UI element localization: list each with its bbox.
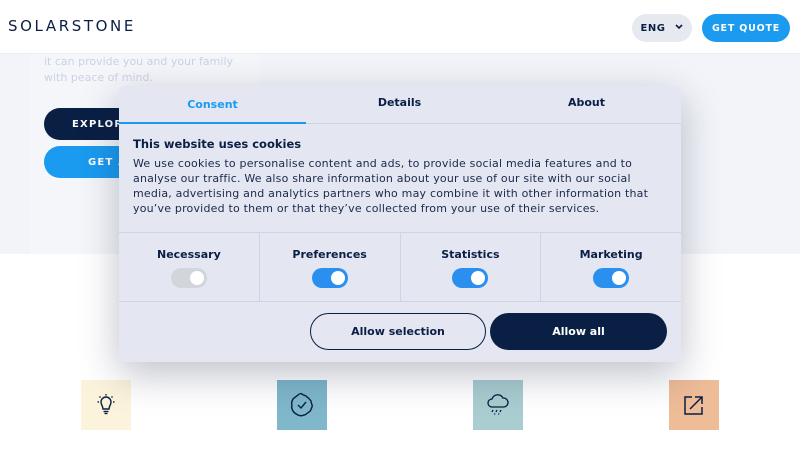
cloud-rain-icon	[487, 394, 509, 415]
dialog-tabs: Consent Details About	[119, 86, 681, 124]
cookie-categories: Necessary Preferences Statistics Marketi…	[119, 232, 681, 302]
get-quote-button[interactable]: GET QUOTE	[702, 14, 790, 42]
brand-logo[interactable]: SOLARSTONE	[8, 17, 136, 35]
site-header: SOLARSTONE ENG GET QUOTE	[0, 0, 800, 54]
dialog-body: We use cookies to personalise content an…	[133, 157, 649, 215]
toggle-knob	[189, 271, 204, 285]
category-label: Statistics	[441, 248, 500, 261]
tab-consent[interactable]: Consent	[119, 86, 306, 124]
category-marketing: Marketing	[541, 233, 681, 301]
chevron-down-icon	[675, 23, 684, 33]
allow-all-button[interactable]: Allow all	[490, 313, 667, 350]
tab-about[interactable]: About	[493, 86, 680, 121]
feature-tile	[473, 380, 523, 430]
allow-selection-button[interactable]: Allow selection	[310, 313, 486, 350]
toggle-knob	[330, 271, 345, 285]
cookie-consent-dialog: Consent Details About This website uses …	[119, 86, 681, 362]
feature-tile	[81, 380, 131, 430]
toggle-knob	[471, 271, 486, 285]
tab-details[interactable]: Details	[306, 86, 493, 121]
language-selector[interactable]: ENG	[632, 14, 692, 42]
badge-check-icon	[290, 392, 313, 417]
category-necessary: Necessary	[119, 233, 260, 301]
language-label: ENG	[640, 22, 666, 34]
category-label: Necessary	[156, 248, 221, 261]
feature-tile	[669, 380, 719, 430]
category-statistics: Statistics	[401, 233, 542, 301]
feature-tile	[277, 380, 327, 430]
lightbulb-icon	[97, 394, 115, 415]
hero-text: it can provide you and your family with …	[44, 55, 234, 84]
external-link-icon	[684, 396, 703, 415]
toggle-knob	[612, 271, 627, 285]
category-label: Marketing	[579, 248, 643, 261]
category-preferences: Preferences	[260, 233, 401, 301]
dialog-title: This website uses cookies	[133, 137, 302, 151]
statistics-toggle[interactable]	[452, 268, 489, 288]
marketing-toggle[interactable]	[593, 268, 630, 288]
preferences-toggle[interactable]	[311, 268, 348, 288]
category-label: Preferences	[292, 248, 367, 261]
necessary-toggle[interactable]	[170, 268, 207, 288]
